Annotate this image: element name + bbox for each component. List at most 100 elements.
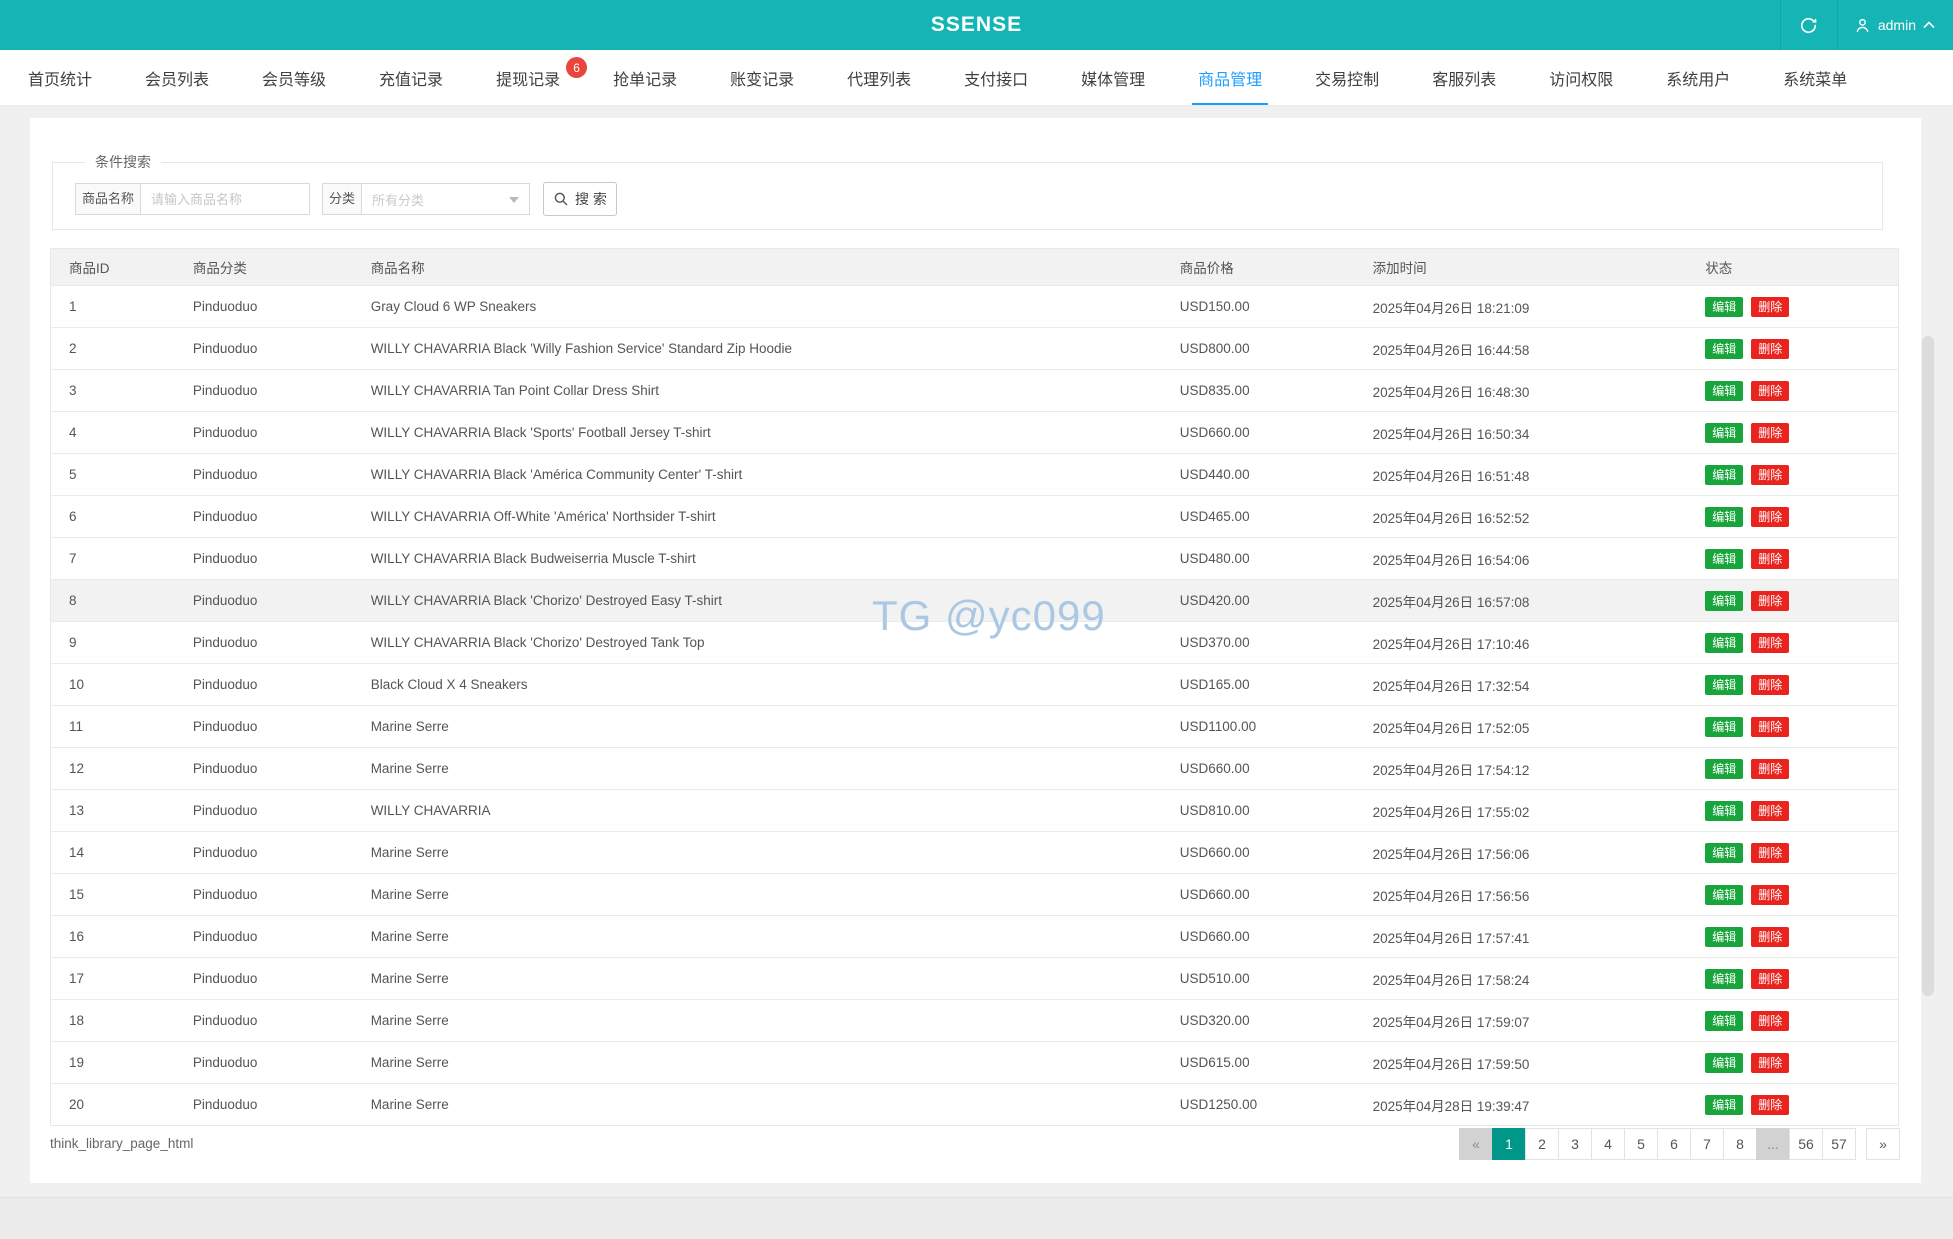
edit-button[interactable]: 编辑 bbox=[1705, 339, 1743, 359]
nav-tab-5[interactable]: 抢单记录 bbox=[607, 50, 683, 105]
search-row: 商品名称 分类 所有分类 搜 索 bbox=[75, 182, 1882, 216]
delete-button[interactable]: 删除 bbox=[1751, 969, 1789, 989]
delete-button[interactable]: 删除 bbox=[1751, 1053, 1789, 1073]
cell-product-id: 16 bbox=[51, 916, 175, 957]
cell-added-time: 2025年04月26日 17:54:12 bbox=[1355, 748, 1688, 789]
category-group: 分类 所有分类 bbox=[322, 183, 530, 215]
delete-button[interactable]: 删除 bbox=[1751, 633, 1789, 653]
edit-button[interactable]: 编辑 bbox=[1705, 591, 1743, 611]
cell-category: Pinduoduo bbox=[175, 916, 353, 957]
page-button-prev[interactable]: « bbox=[1459, 1128, 1493, 1160]
nav-tab-6[interactable]: 账变记录 bbox=[724, 50, 800, 105]
nav-tab-3[interactable]: 充值记录 bbox=[373, 50, 449, 105]
cell-product-name: Gray Cloud 6 WP Sneakers bbox=[353, 286, 1162, 327]
edit-button[interactable]: 编辑 bbox=[1705, 549, 1743, 569]
edit-button[interactable]: 编辑 bbox=[1705, 969, 1743, 989]
edit-button[interactable]: 编辑 bbox=[1705, 759, 1743, 779]
page-button-3[interactable]: 3 bbox=[1558, 1128, 1592, 1160]
edit-button[interactable]: 编辑 bbox=[1705, 927, 1743, 947]
chevron-up-icon bbox=[1923, 21, 1935, 29]
nav-tab-14[interactable]: 系统用户 bbox=[1660, 50, 1736, 105]
nav-tab-8[interactable]: 支付接口 bbox=[958, 50, 1034, 105]
edit-button[interactable]: 编辑 bbox=[1705, 381, 1743, 401]
delete-button[interactable]: 删除 bbox=[1751, 885, 1789, 905]
page-button-7[interactable]: 7 bbox=[1690, 1128, 1724, 1160]
delete-button[interactable]: 删除 bbox=[1751, 717, 1789, 737]
delete-button[interactable]: 删除 bbox=[1751, 465, 1789, 485]
page-button-1[interactable]: 1 bbox=[1492, 1128, 1526, 1160]
scrollbar-thumb[interactable] bbox=[1922, 336, 1934, 996]
page-button-57[interactable]: 57 bbox=[1822, 1128, 1856, 1160]
page-button-4[interactable]: 4 bbox=[1591, 1128, 1625, 1160]
delete-button[interactable]: 删除 bbox=[1751, 1011, 1789, 1031]
refresh-button[interactable] bbox=[1781, 0, 1837, 50]
edit-button[interactable]: 编辑 bbox=[1705, 465, 1743, 485]
cell-actions: 编辑删除 bbox=[1687, 622, 1898, 663]
category-select[interactable]: 所有分类 bbox=[361, 183, 530, 215]
cell-product-id: 7 bbox=[51, 538, 175, 579]
edit-button[interactable]: 编辑 bbox=[1705, 423, 1743, 443]
edit-button[interactable]: 编辑 bbox=[1705, 633, 1743, 653]
edit-button[interactable]: 编辑 bbox=[1705, 717, 1743, 737]
page-button-56[interactable]: 56 bbox=[1789, 1128, 1823, 1160]
delete-button[interactable]: 删除 bbox=[1751, 297, 1789, 317]
edit-button[interactable]: 编辑 bbox=[1705, 1095, 1743, 1115]
nav-tab-12[interactable]: 客服列表 bbox=[1426, 50, 1502, 105]
delete-button[interactable]: 删除 bbox=[1751, 801, 1789, 821]
cell-actions: 编辑删除 bbox=[1687, 1000, 1898, 1041]
edit-button[interactable]: 编辑 bbox=[1705, 843, 1743, 863]
delete-button[interactable]: 删除 bbox=[1751, 1095, 1789, 1115]
cell-actions: 编辑删除 bbox=[1687, 580, 1898, 621]
table-row: 12PinduoduoMarine SerreUSD660.002025年04月… bbox=[51, 747, 1898, 789]
search-button-label: 搜 索 bbox=[575, 189, 607, 209]
product-name-input[interactable] bbox=[140, 183, 310, 215]
user-menu[interactable]: admin bbox=[1838, 0, 1953, 50]
nav-tab-9[interactable]: 媒体管理 bbox=[1075, 50, 1151, 105]
nav-tab-2[interactable]: 会员等级 bbox=[256, 50, 332, 105]
delete-button[interactable]: 删除 bbox=[1751, 423, 1789, 443]
delete-button[interactable]: 删除 bbox=[1751, 591, 1789, 611]
category-label: 分类 bbox=[322, 183, 361, 215]
page-button-8[interactable]: 8 bbox=[1723, 1128, 1757, 1160]
cell-product-id: 2 bbox=[51, 328, 175, 369]
edit-button[interactable]: 编辑 bbox=[1705, 1053, 1743, 1073]
cell-added-time: 2025年04月26日 17:56:56 bbox=[1355, 874, 1688, 915]
search-button[interactable]: 搜 索 bbox=[543, 182, 617, 216]
edit-button[interactable]: 编辑 bbox=[1705, 675, 1743, 695]
header-actions: admin bbox=[1780, 0, 1953, 50]
nav-tab-label: 代理列表 bbox=[847, 66, 911, 90]
nav-tab-1[interactable]: 会员列表 bbox=[139, 50, 215, 105]
nav-tab-13[interactable]: 访问权限 bbox=[1543, 50, 1619, 105]
delete-button[interactable]: 删除 bbox=[1751, 843, 1789, 863]
page-button-2[interactable]: 2 bbox=[1525, 1128, 1559, 1160]
edit-button[interactable]: 编辑 bbox=[1705, 801, 1743, 821]
edit-button[interactable]: 编辑 bbox=[1705, 1011, 1743, 1031]
edit-button[interactable]: 编辑 bbox=[1705, 297, 1743, 317]
nav-tab-10[interactable]: 商品管理 bbox=[1192, 50, 1268, 105]
cell-product-id: 14 bbox=[51, 832, 175, 873]
cell-category: Pinduoduo bbox=[175, 538, 353, 579]
cell-price: USD660.00 bbox=[1162, 748, 1355, 789]
page-button-6[interactable]: 6 bbox=[1657, 1128, 1691, 1160]
cell-price: USD1250.00 bbox=[1162, 1084, 1355, 1125]
nav-tab-11[interactable]: 交易控制 bbox=[1309, 50, 1385, 105]
cell-product-id: 19 bbox=[51, 1042, 175, 1083]
cell-product-id: 11 bbox=[51, 706, 175, 747]
delete-button[interactable]: 删除 bbox=[1751, 927, 1789, 947]
edit-button[interactable]: 编辑 bbox=[1705, 507, 1743, 527]
delete-button[interactable]: 删除 bbox=[1751, 507, 1789, 527]
page-button-5[interactable]: 5 bbox=[1624, 1128, 1658, 1160]
edit-button[interactable]: 编辑 bbox=[1705, 885, 1743, 905]
delete-button[interactable]: 删除 bbox=[1751, 675, 1789, 695]
delete-button[interactable]: 删除 bbox=[1751, 339, 1789, 359]
delete-button[interactable]: 删除 bbox=[1751, 381, 1789, 401]
delete-button[interactable]: 删除 bbox=[1751, 549, 1789, 569]
delete-button[interactable]: 删除 bbox=[1751, 759, 1789, 779]
nav-tab-0[interactable]: 首页统计 bbox=[22, 50, 98, 105]
page-button-next[interactable]: » bbox=[1866, 1128, 1900, 1160]
nav-tab-15[interactable]: 系统菜单 bbox=[1777, 50, 1853, 105]
nav-tab-4[interactable]: 提现记录6 bbox=[490, 50, 566, 105]
cell-actions: 编辑删除 bbox=[1687, 412, 1898, 453]
nav-tab-7[interactable]: 代理列表 bbox=[841, 50, 917, 105]
cell-price: USD510.00 bbox=[1162, 958, 1355, 999]
